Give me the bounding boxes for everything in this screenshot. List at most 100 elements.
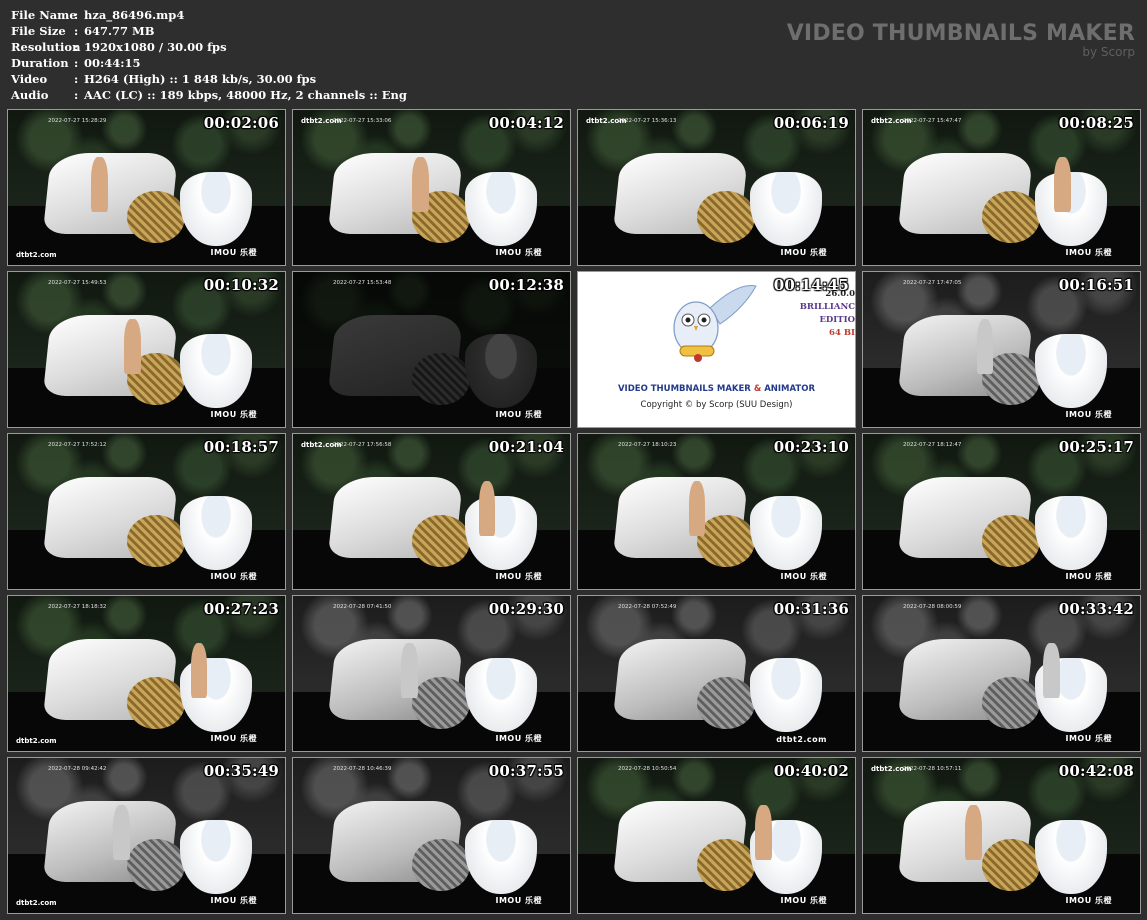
thumbnail[interactable]: 2022-07-27 15:47:47 dtbt2.com IMOU 乐橙 00:08… xyxy=(862,109,1141,266)
thumbnail-time: 00:06:19 xyxy=(773,114,849,132)
video-frame xyxy=(8,272,285,427)
bathtub xyxy=(464,658,537,733)
thumbnail[interactable]: 2022-07-27 18:10:23 IMOU 乐橙 00:23:10 xyxy=(577,433,856,590)
timestamp-overlay: 2022-07-28 07:52:49 xyxy=(618,604,677,610)
person-figure xyxy=(1043,642,1060,699)
promo-version-line: EDITIO xyxy=(819,315,855,325)
owl-logo-icon xyxy=(673,284,757,362)
thumbnail-time: 00:42:08 xyxy=(1058,762,1134,780)
bathtub xyxy=(749,172,822,247)
thumbnail[interactable]: 2022-07-27 15:53:48 IMOU 乐橙 00:12:38 xyxy=(292,271,571,428)
wicker-basket xyxy=(697,838,756,892)
watermark-right: IMOU 乐橙 xyxy=(495,572,542,581)
thumbnail-time: 00:04:12 xyxy=(488,114,564,132)
timestamp-overlay: 2022-07-27 15:36:13 xyxy=(618,118,677,124)
thumbnail[interactable]: 2022-07-28 07:41:50 IMOU 乐橙 00:29:30 xyxy=(292,595,571,752)
wicker-basket xyxy=(982,676,1041,730)
thumbnail[interactable]: 2022-07-28 10:57:11 dtbt2.com IMOU 乐橙 00:42… xyxy=(862,757,1141,914)
person-figure xyxy=(190,642,208,699)
watermark-right: IMOU 乐橙 xyxy=(210,896,257,905)
video-frame xyxy=(8,596,285,751)
timestamp-overlay: 2022-07-27 18:12:47 xyxy=(903,442,962,448)
bathtub xyxy=(464,334,537,409)
thumbnail[interactable]: 2022-07-27 17:47:05 IMOU 乐橙 00:16:51 xyxy=(862,271,1141,428)
thumbnail-time: 00:37:55 xyxy=(488,762,564,780)
thumbnail-time: 00:40:02 xyxy=(773,762,849,780)
person-figure xyxy=(755,804,772,861)
thumbnail-time: 00:10:32 xyxy=(203,276,279,294)
bathtub xyxy=(464,496,537,571)
thumbnail[interactable]: 2022-07-27 15:28:29 dtbt2.com IMOU 乐橙 00:02… xyxy=(7,109,286,266)
video-frame xyxy=(863,758,1140,913)
video-frame xyxy=(293,596,570,751)
wicker-basket xyxy=(697,190,756,244)
person-figure xyxy=(412,156,429,213)
thumbnail[interactable]: 2022-07-28 10:50:54 IMOU 乐橙 00:40:02 xyxy=(577,757,856,914)
wicker-basket xyxy=(982,190,1041,244)
watermark-right: IMOU 乐橙 xyxy=(210,410,257,419)
person-figure xyxy=(401,642,418,699)
timestamp-overlay: 2022-07-27 15:47:47 xyxy=(903,118,962,124)
timestamp-overlay: 2022-07-28 10:50:54 xyxy=(618,766,677,772)
watermark-right: IMOU 乐橙 xyxy=(780,896,827,905)
video-frame xyxy=(863,110,1140,265)
watermark-left: dtbt2.com xyxy=(586,117,627,125)
video-frame xyxy=(293,758,570,913)
wicker-basket xyxy=(697,676,756,730)
thumbnail[interactable]: 2022-07-27 15:49:53 IMOU 乐橙 00:10:32 xyxy=(7,271,286,428)
video-frame xyxy=(863,434,1140,589)
bathtub xyxy=(1034,820,1107,895)
thumbnail[interactable]: 2022-07-28 08:00:59 IMOU 乐橙 00:33:42 xyxy=(862,595,1141,752)
timestamp-overlay: 2022-07-27 17:52:12 xyxy=(48,442,107,448)
bathtub xyxy=(464,820,537,895)
person-figure xyxy=(124,318,141,375)
promo-thumbnail[interactable]: VIDEO THUMBNAILS MAKER & ANIMATOR Copyrig… xyxy=(577,271,856,428)
bathtub xyxy=(179,496,252,571)
wicker-basket xyxy=(982,514,1041,568)
watermark-right: IMOU 乐橙 xyxy=(780,248,827,257)
watermark-right: IMOU 乐橙 xyxy=(1065,572,1112,581)
thumbnail[interactable]: 2022-07-28 10:46:39 IMOU 乐橙 00:37:55 xyxy=(292,757,571,914)
thumbnail[interactable]: 2022-07-27 15:33:06 dtbt2.com IMOU 乐橙 00:04… xyxy=(292,109,571,266)
thumbnail[interactable]: 2022-07-27 18:12:47 IMOU 乐橙 00:25:17 xyxy=(862,433,1141,590)
thumbnail[interactable]: 2022-07-28 07:52:49 dtbt2.com 00:31:36 xyxy=(577,595,856,752)
thumbnail[interactable]: 2022-07-28 09:42:42 dtbt2.com IMOU 乐橙 00:35… xyxy=(7,757,286,914)
timestamp-overlay: 2022-07-27 15:33:06 xyxy=(333,118,392,124)
timestamp-overlay: 2022-07-27 17:56:58 xyxy=(333,442,392,448)
promo-copyright: Copyright © by Scorp (SUU Design) xyxy=(640,400,793,410)
wicker-basket xyxy=(982,838,1041,892)
thumbnail[interactable]: 2022-07-27 17:56:58 dtbt2.com IMOU 乐橙 00:21… xyxy=(292,433,571,590)
thumbnail-time: 00:25:17 xyxy=(1058,438,1134,456)
video-frame xyxy=(863,596,1140,751)
thumbnail[interactable]: 2022-07-27 15:36:13 dtbt2.com IMOU 乐橙 00:06… xyxy=(577,109,856,266)
person-figure xyxy=(688,480,706,537)
thumbnail-time: 00:12:38 xyxy=(488,276,564,294)
timestamp-overlay: 2022-07-27 15:53:48 xyxy=(333,280,392,286)
bathtub xyxy=(179,334,252,409)
thumbnail[interactable]: 2022-07-27 18:18:32 dtbt2.com IMOU 乐橙 00:27… xyxy=(7,595,286,752)
watermark-right: IMOU 乐橙 xyxy=(1065,896,1112,905)
thumbnail-time: 00:35:49 xyxy=(203,762,279,780)
person-figure xyxy=(976,318,994,375)
thumbnail-time: 00:02:06 xyxy=(203,114,279,132)
timestamp-overlay: 2022-07-28 07:41:50 xyxy=(333,604,392,610)
video-frame xyxy=(578,434,855,589)
watermark-right: IMOU 乐橙 xyxy=(1065,734,1112,743)
video-frame xyxy=(8,758,285,913)
wicker-basket xyxy=(697,514,756,568)
bathtub xyxy=(1034,496,1107,571)
watermark-right: IMOU 乐橙 xyxy=(780,572,827,581)
thumbnail[interactable]: 2022-07-27 17:52:12 IMOU 乐橙 00:18:57 xyxy=(7,433,286,590)
watermark-right: IMOU 乐橙 xyxy=(1065,248,1112,257)
promo-title-b: ANIMATOR xyxy=(764,384,816,394)
promo-version: 26.0.0 BRILLIANC EDITIO 64 BI xyxy=(800,288,855,340)
thumbnail-time: 00:31:36 xyxy=(773,600,849,618)
watermark-left: dtbt2.com xyxy=(16,899,57,907)
watermark-left: dtbt2.com xyxy=(301,441,342,449)
timestamp-overlay: 2022-07-27 15:49:53 xyxy=(48,280,107,286)
watermark-right: IMOU 乐橙 xyxy=(210,248,257,257)
thumbnail-time: 00:16:51 xyxy=(1058,276,1134,294)
wicker-basket xyxy=(127,514,186,568)
watermark-right: IMOU 乐橙 xyxy=(495,248,542,257)
thumbnail-time: 00:27:23 xyxy=(203,600,279,618)
